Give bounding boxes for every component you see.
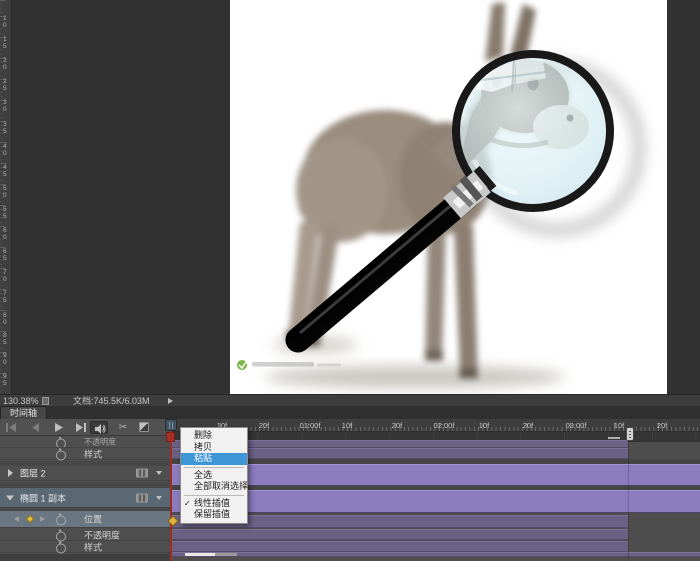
track-header-style-top[interactable]: 样式 — [0, 449, 170, 460]
previous-keyframe-icon[interactable] — [14, 516, 19, 522]
mute-audio-button[interactable] — [90, 421, 108, 434]
menu-item-label: 线性插值 — [194, 498, 230, 508]
stopwatch-icon[interactable] — [56, 515, 65, 524]
ruler-number: 95 — [3, 374, 10, 387]
track-header-position[interactable]: 位置 — [0, 511, 170, 528]
collapse-triangle-icon[interactable] — [6, 495, 14, 500]
video-track-icon — [136, 493, 148, 502]
ruler-number: 80 — [3, 313, 10, 326]
track-label: 不透明度 — [84, 437, 116, 448]
status-bar: 130.38% 文档:745.5K/6.03M — [0, 394, 700, 406]
playhead-handle[interactable] — [165, 419, 177, 431]
document-canvas[interactable] — [230, 0, 667, 394]
track-header-clipped-property[interactable]: 不透明度 — [0, 437, 170, 448]
layer-name: 图层 2 — [20, 467, 46, 480]
photoshop-window: 10 15 20 25 30 35 40 45 50 55 60 65 70 75 80 85 90 95 — [0, 0, 700, 561]
ruler-number: 90 — [3, 353, 10, 366]
track-header-ellipse-copy[interactable]: 椭圆 1 副本 — [0, 488, 170, 508]
altered-frames-dash — [608, 437, 620, 439]
ruler-number: 20 — [3, 58, 10, 71]
scrollbar-handle-segment[interactable] — [215, 553, 237, 556]
ruler-number: 85 — [3, 333, 10, 346]
document-icon — [42, 397, 49, 405]
stopwatch-icon[interactable] — [56, 438, 65, 447]
track-label: 样式 — [84, 448, 102, 461]
split-at-playhead-button[interactable]: ✂ — [114, 421, 132, 434]
track-label: 不透明度 — [84, 528, 120, 541]
timeline-frame-ruler[interactable] — [170, 419, 700, 432]
ruler-number: 75 — [3, 291, 10, 304]
menu-item-paste[interactable]: 粘贴 — [181, 453, 247, 465]
track-bar-opacity[interactable] — [170, 529, 628, 540]
track-bar-layer2[interactable] — [170, 464, 700, 486]
track-label: 样式 — [84, 541, 102, 554]
next-keyframe-icon[interactable] — [40, 516, 45, 522]
menu-separator — [184, 467, 244, 468]
ruler-number: 35 — [3, 122, 10, 135]
track-header-opacity[interactable]: 不透明度 — [0, 529, 170, 541]
status-options-arrow[interactable] — [168, 398, 173, 404]
ruler-number: 55 — [3, 207, 10, 220]
ruler-number: 30 — [3, 100, 10, 113]
menu-item-delete[interactable]: 删除 — [181, 430, 247, 442]
timeline-header-column: ✂ 不透明度 样式 图层 2 椭圆 1 副本 — [0, 419, 170, 561]
layer-name: 椭圆 1 副本 — [20, 491, 66, 504]
stopwatch-icon[interactable] — [56, 450, 65, 459]
menu-item-select-all[interactable]: 全选 — [181, 470, 247, 482]
header-bottom-strip — [0, 554, 170, 561]
menu-item-deselect-all[interactable]: 全部取消选择 — [181, 481, 247, 493]
tab-timeline[interactable]: 时间轴 — [0, 406, 47, 419]
play-button[interactable] — [50, 421, 68, 434]
menu-item-linear-interpolation[interactable]: ✓ 线性插值 — [181, 498, 247, 510]
track-bar-style[interactable] — [170, 541, 628, 552]
track-summary-bar[interactable] — [170, 552, 700, 557]
video-track-icon — [136, 469, 148, 478]
stopwatch-icon[interactable] — [56, 530, 65, 539]
canvas-image-donkey-magnifier — [230, 0, 667, 394]
ruler-number: 40 — [3, 144, 10, 157]
next-frame-button[interactable] — [72, 421, 90, 434]
timeline-transport-controls: ✂ — [0, 419, 170, 436]
playhead-line[interactable] — [170, 431, 172, 561]
track-options-chevron-icon[interactable] — [156, 471, 162, 475]
timeline-track-area — [170, 419, 700, 561]
track-bar-ellipse-copy[interactable] — [170, 490, 700, 513]
ruler-number: 60 — [3, 228, 10, 241]
ruler-number: 70 — [3, 270, 10, 283]
ruler-number: 50 — [3, 186, 10, 199]
ruler-number: 25 — [3, 79, 10, 92]
ruler-number: 15 — [3, 37, 10, 50]
checkmark-icon: ✓ — [184, 498, 191, 510]
go-to-first-frame-button[interactable] — [2, 421, 20, 434]
ruler-number: 45 — [3, 165, 10, 178]
stopwatch-icon[interactable] — [56, 543, 65, 552]
track-header-style[interactable]: 样式 — [0, 542, 170, 553]
ruler-number: 10 — [3, 16, 10, 29]
track-label: 位置 — [84, 513, 102, 526]
transition-button[interactable] — [139, 422, 149, 432]
ruler-number: 65 — [3, 249, 10, 262]
scrollbar-handle[interactable] — [185, 553, 215, 556]
menu-item-copy[interactable]: 拷贝 — [181, 442, 247, 454]
context-menu: 删除 拷贝 粘贴 全选 全部取消选择 ✓ 线性插值 保留插值 — [180, 427, 248, 524]
keyframe-diamond-icon[interactable] — [26, 515, 34, 523]
work-area-end-handle[interactable] — [626, 427, 634, 441]
panel-tab-bar: 时间轴 — [0, 406, 700, 419]
menu-separator — [184, 495, 244, 496]
previous-frame-button[interactable] — [26, 421, 44, 434]
track-options-chevron-icon[interactable] — [156, 496, 162, 500]
timeline-panel: ✂ 不透明度 样式 图层 2 椭圆 1 副本 — [0, 419, 700, 561]
vertical-ruler: 10 15 20 25 30 35 40 45 50 55 60 65 70 75 80 85 90 95 — [0, 0, 12, 394]
track-header-layer2[interactable]: 图层 2 — [0, 466, 170, 481]
menu-item-hold-interpolation[interactable]: 保留插值 — [181, 509, 247, 521]
expand-triangle-icon[interactable] — [8, 469, 13, 477]
work-area-end-line — [628, 432, 629, 561]
